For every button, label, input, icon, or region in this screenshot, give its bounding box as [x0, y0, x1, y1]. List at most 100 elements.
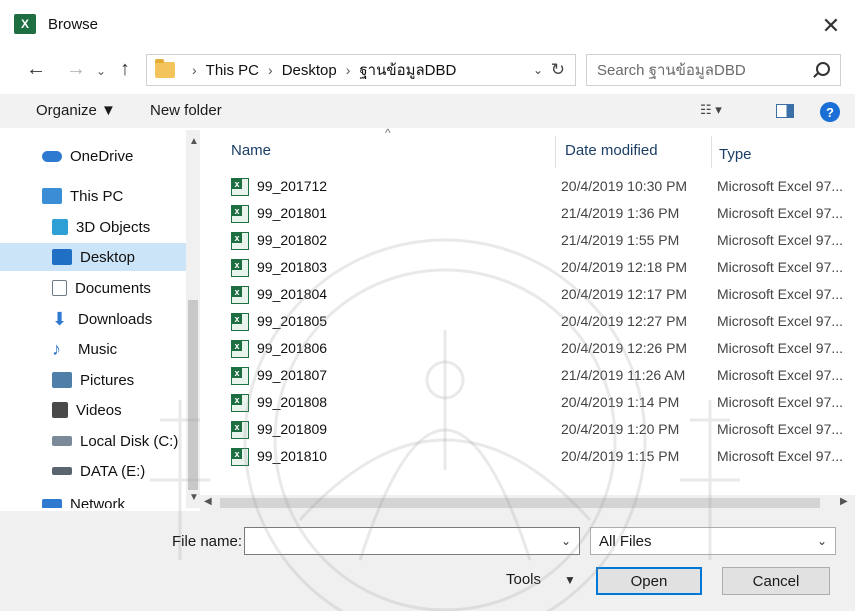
command-toolbar: Organize ▼ New folder ☷ ▾ ? — [0, 94, 855, 128]
breadcrumb-desktop[interactable]: Desktop — [282, 62, 337, 79]
file-name-input[interactable]: ⌄ — [244, 527, 580, 555]
view-options-icon[interactable]: ☷ ▾ — [700, 102, 722, 118]
sidebar-item-music[interactable]: ♪ Music — [0, 335, 186, 363]
excel-file-icon — [231, 313, 249, 331]
scrollbar-thumb[interactable] — [220, 498, 820, 508]
video-icon — [52, 402, 68, 418]
breadcrumb-current-folder[interactable]: ฐานข้อมูลDBD — [359, 58, 456, 82]
scroll-down-icon[interactable]: ▼ — [189, 492, 199, 503]
sidebar-item-downloads[interactable]: ⬇ Downloads — [0, 305, 186, 333]
file-type-select[interactable]: All Files ⌄ — [590, 527, 836, 555]
music-icon: ♪ — [52, 338, 61, 359]
excel-icon: X — [14, 14, 36, 34]
cloud-icon — [42, 150, 62, 162]
file-row[interactable]: 99_201807 21/4/2019 11:26 AM Microsoft E… — [225, 363, 855, 389]
scroll-up-icon[interactable]: ▲ — [189, 136, 199, 147]
excel-file-icon — [231, 178, 249, 196]
sidebar-item-pictures[interactable]: Pictures — [0, 366, 186, 394]
tools-button[interactable]: Tools — [506, 571, 541, 588]
file-row[interactable]: 99_201805 20/4/2019 12:27 PM Microsoft E… — [225, 309, 855, 335]
column-header-type[interactable]: Type — [719, 146, 752, 163]
sidebar-item-data-drive[interactable]: DATA (E:) — [0, 457, 186, 485]
help-icon[interactable]: ? — [820, 102, 840, 122]
drive-icon — [52, 467, 72, 475]
chevron-down-icon[interactable]: ⌄ — [561, 534, 571, 548]
file-row[interactable]: 99_201712 20/4/2019 10:30 PM Microsoft E… — [225, 174, 855, 200]
scroll-right-icon[interactable]: ▶ — [840, 496, 848, 507]
file-type-value: All Files — [599, 533, 652, 550]
sidebar-item-onedrive[interactable]: OneDrive — [0, 142, 186, 170]
breadcrumb-this-pc[interactable]: This PC — [206, 62, 259, 79]
sort-ascending-icon: ^ — [385, 126, 391, 140]
scroll-left-icon[interactable]: ◀ — [204, 496, 212, 507]
breadcrumb-chevron-icon[interactable]: › — [268, 62, 273, 78]
horizontal-scrollbar[interactable]: ◀ ▶ — [200, 495, 855, 511]
back-button[interactable]: ← — [26, 58, 46, 81]
sidebar-item-network[interactable]: Network — [0, 490, 186, 508]
recent-locations-chevron-icon[interactable]: ⌄ — [96, 64, 106, 78]
search-input[interactable]: Search ฐานข้อมูลDBD — [586, 54, 841, 86]
sidebar-item-this-pc[interactable]: This PC — [0, 182, 186, 210]
close-icon: ✕ — [821, 13, 841, 38]
address-dropdown-icon[interactable]: ⌄ — [533, 63, 543, 77]
sidebar-item-local-disk[interactable]: Local Disk (C:) — [0, 427, 186, 455]
address-bar[interactable]: › This PC › Desktop › ฐานข้อมูลDBD ⌄ ↻ — [146, 54, 576, 86]
network-icon — [42, 499, 62, 508]
refresh-icon[interactable]: ↻ — [551, 60, 565, 80]
close-button[interactable]: ✕ — [817, 13, 845, 38]
excel-file-icon — [231, 232, 249, 250]
desktop-icon — [52, 249, 72, 265]
column-header-date-modified[interactable]: Date modified — [565, 142, 658, 159]
breadcrumb-chevron-icon[interactable]: › — [192, 62, 197, 78]
file-row[interactable]: 99_201804 20/4/2019 12:17 PM Microsoft E… — [225, 282, 855, 308]
organize-button[interactable]: Organize ▼ — [36, 102, 116, 119]
file-row[interactable]: 99_201801 21/4/2019 1:36 PM Microsoft Ex… — [225, 201, 855, 227]
folder-icon — [155, 59, 175, 78]
excel-file-icon — [231, 367, 249, 385]
new-folder-button[interactable]: New folder — [150, 102, 222, 119]
disk-icon — [52, 436, 72, 446]
document-icon — [52, 280, 67, 296]
pictures-icon — [52, 372, 72, 388]
excel-file-icon — [231, 286, 249, 304]
file-name-label: File name: — [172, 533, 243, 550]
excel-file-icon — [231, 448, 249, 466]
sidebar-item-3d-objects[interactable]: 3D Objects — [0, 213, 186, 241]
excel-file-icon — [231, 421, 249, 439]
excel-file-icon — [231, 394, 249, 412]
sidebar-item-documents[interactable]: Documents — [0, 274, 186, 302]
navigation-pane: OneDrive This PC 3D Objects Desktop Docu… — [0, 130, 200, 508]
dialog-footer: File name: ⌄ All Files ⌄ Tools ▼ Open Ca… — [0, 511, 855, 611]
sidebar-item-desktop[interactable]: Desktop — [0, 243, 186, 271]
file-row[interactable]: 99_201803 20/4/2019 12:18 PM Microsoft E… — [225, 255, 855, 281]
computer-icon — [42, 188, 62, 204]
search-placeholder: Search ฐานข้อมูลDBD — [597, 62, 746, 79]
sidebar-item-videos[interactable]: Videos — [0, 396, 186, 424]
cancel-button[interactable]: Cancel — [722, 567, 830, 595]
file-row[interactable]: 99_201808 20/4/2019 1:14 PM Microsoft Ex… — [225, 390, 855, 416]
file-row[interactable]: 99_201809 20/4/2019 1:20 PM Microsoft Ex… — [225, 417, 855, 443]
column-header-name[interactable]: Name — [231, 142, 271, 159]
window-title: Browse — [48, 16, 99, 33]
navigation-bar: ← → ⌄ ↑ › This PC › Desktop › ฐานข้อมูลD… — [0, 50, 855, 90]
title-bar: X Browse ✕ — [0, 0, 855, 46]
scrollbar-thumb[interactable] — [188, 300, 198, 490]
navigation-scrollbar[interactable]: ▲ ▼ — [186, 130, 200, 508]
download-icon: ⬇ — [52, 308, 68, 329]
search-icon[interactable] — [816, 62, 830, 76]
cube-icon — [52, 219, 68, 235]
file-list: ^ Name Date modified Type 99_201712 20/4… — [205, 126, 855, 495]
open-button[interactable]: Open — [596, 567, 702, 595]
file-row[interactable]: 99_201806 20/4/2019 12:26 PM Microsoft E… — [225, 336, 855, 362]
breadcrumb-chevron-icon[interactable]: › — [346, 62, 351, 78]
excel-file-icon — [231, 259, 249, 277]
forward-button[interactable]: → — [66, 58, 86, 81]
excel-file-icon — [231, 340, 249, 358]
excel-file-icon — [231, 205, 249, 223]
chevron-down-icon[interactable]: ⌄ — [817, 534, 827, 548]
up-button[interactable]: ↑ — [120, 58, 130, 81]
tools-dropdown-icon[interactable]: ▼ — [564, 573, 576, 587]
file-row[interactable]: 99_201802 21/4/2019 1:55 PM Microsoft Ex… — [225, 228, 855, 254]
preview-pane-icon[interactable] — [776, 104, 794, 118]
file-row[interactable]: 99_201810 20/4/2019 1:15 PM Microsoft Ex… — [225, 444, 855, 470]
